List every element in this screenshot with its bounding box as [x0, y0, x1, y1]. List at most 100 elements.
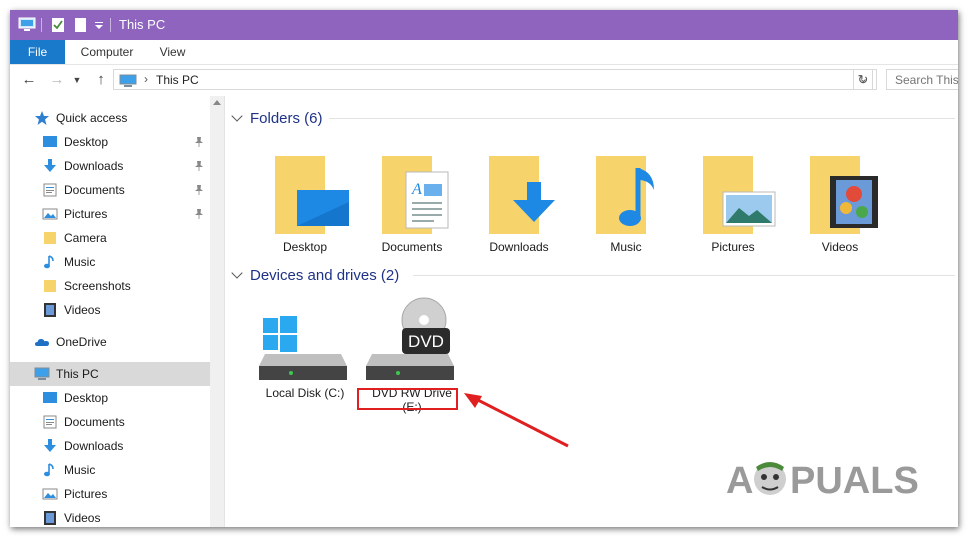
drive-label: Local Disk (C:) — [255, 386, 355, 400]
nav-qa-desktop[interactable]: Desktop — [10, 130, 210, 154]
nav-pc-pictures[interactable]: Pictures — [10, 482, 210, 506]
chevron-down-icon[interactable] — [231, 110, 243, 122]
highlight-box — [357, 388, 458, 410]
music-icon — [42, 254, 58, 270]
computer-icon — [34, 366, 50, 382]
new-folder-icon[interactable] — [74, 16, 87, 34]
document-icon — [42, 414, 58, 430]
group-header-folders[interactable]: Folders (6) — [231, 108, 323, 128]
arrow-left-icon: ← — [21, 71, 37, 88]
nav-qa-pictures[interactable]: Pictures — [10, 202, 210, 226]
group-divider — [329, 118, 955, 119]
nav-pc-downloads[interactable]: Downloads — [10, 434, 210, 458]
nav-quick-access[interactable]: Quick access — [10, 106, 210, 130]
folder-music[interactable]: Music — [576, 146, 676, 256]
nav-label: Documents — [64, 415, 125, 429]
folder-icon — [42, 278, 58, 294]
group-title: Devices and drives (2) — [250, 266, 400, 284]
dvd-drive-icon: DVD — [366, 297, 454, 380]
nav-pc-desktop[interactable]: Desktop — [10, 386, 210, 410]
download-icon — [42, 158, 58, 174]
nav-label: Documents — [64, 183, 125, 197]
nav-this-pc[interactable]: This PC — [10, 362, 210, 386]
nav-label: Music — [64, 463, 96, 477]
pin-icon[interactable] — [194, 160, 204, 172]
address-row: ← → ▼ ↑ › This PC ⌄ ↻ — [10, 65, 958, 95]
refresh-button[interactable]: ↻ — [853, 69, 873, 90]
star-icon — [34, 110, 50, 126]
pictures-folder-icon — [703, 156, 776, 234]
forward-button[interactable]: → — [48, 71, 66, 89]
nav-label: Camera — [64, 231, 107, 245]
watermark-text-left: A — [726, 460, 753, 501]
folder-pictures[interactable]: Pictures — [683, 146, 783, 256]
nav-onedrive[interactable]: OneDrive — [10, 330, 210, 354]
desktop-folder-icon — [275, 156, 349, 234]
nav-label: Downloads — [64, 159, 124, 173]
window-title: This PC — [119, 17, 166, 32]
customize-toolbar-icon[interactable] — [94, 16, 104, 34]
breadcrumb-this-pc[interactable]: This PC — [156, 73, 199, 87]
pin-icon[interactable] — [194, 208, 204, 220]
nav-label: Desktop — [64, 135, 109, 149]
dvd-badge: DVD — [408, 332, 444, 351]
up-button[interactable]: ↑ — [92, 71, 110, 89]
folder-label: Pictures — [711, 240, 755, 254]
folder-label: Downloads — [489, 240, 549, 254]
nav-pc-videos[interactable]: Videos — [10, 506, 210, 527]
nav-label: Quick access — [56, 111, 128, 125]
nav-pc-documents[interactable]: Documents — [10, 410, 210, 434]
folder-label: Music — [610, 240, 642, 254]
nav-label: OneDrive — [56, 335, 107, 349]
breadcrumb-separator-icon: › — [144, 72, 148, 86]
folder-desktop[interactable]: Desktop — [255, 146, 355, 256]
group-divider — [413, 275, 955, 276]
nav-label: Screenshots — [64, 279, 131, 293]
folder-icon — [42, 230, 58, 246]
picture-icon — [42, 206, 58, 222]
nav-qa-screenshots[interactable]: Screenshots — [10, 274, 210, 298]
folder-label: Videos — [821, 240, 859, 254]
nav-qa-downloads[interactable]: Downloads — [10, 154, 210, 178]
nav-label: Pictures — [64, 207, 108, 221]
tab-view[interactable]: View — [150, 40, 195, 64]
documents-folder-icon: A — [382, 156, 449, 234]
nav-qa-camera[interactable]: Camera — [10, 226, 210, 250]
nav-label: Pictures — [64, 487, 108, 501]
nav-qa-documents[interactable]: Documents — [10, 178, 210, 202]
download-icon — [42, 438, 58, 454]
recent-locations-button[interactable]: ▼ — [71, 71, 83, 89]
tab-computer[interactable]: Computer — [72, 40, 142, 64]
nav-qa-videos[interactable]: Videos — [10, 298, 210, 322]
windows-drive-icon — [259, 316, 347, 380]
pin-icon[interactable] — [194, 136, 204, 148]
title-bar: This PC — [10, 10, 958, 40]
group-header-devices[interactable]: Devices and drives (2) — [231, 265, 400, 285]
folder-downloads[interactable]: Downloads — [469, 146, 569, 256]
nav-pc-music[interactable]: Music — [10, 458, 210, 482]
computer-icon[interactable] — [18, 16, 36, 34]
music-icon — [42, 462, 58, 478]
folder-documents[interactable]: A Documents — [362, 146, 462, 256]
tab-file[interactable]: File — [10, 40, 65, 64]
videos-folder-icon — [810, 156, 878, 234]
desktop-icon — [42, 134, 58, 150]
drive-label-line1: Local Disk (C:) — [265, 386, 345, 400]
nav-pane-scrollbar[interactable] — [210, 96, 224, 527]
nav-label: Videos — [64, 303, 101, 317]
separator-bar — [41, 16, 42, 34]
nav-qa-music[interactable]: Music — [10, 250, 210, 274]
search-input[interactable] — [886, 69, 958, 90]
properties-icon[interactable] — [51, 16, 65, 34]
back-button[interactable]: ← — [20, 71, 38, 89]
address-field[interactable]: › This PC ⌄ — [113, 69, 877, 90]
scroll-up-icon[interactable] — [213, 100, 221, 105]
folder-videos[interactable]: Videos — [790, 146, 890, 256]
drive-local-disk[interactable]: Local Disk (C:) — [255, 294, 355, 414]
video-icon — [42, 302, 58, 318]
computer-icon — [119, 74, 137, 91]
chevron-down-icon[interactable] — [231, 267, 243, 279]
folder-label: Documents — [381, 240, 443, 254]
separator-bar — [110, 16, 111, 34]
pin-icon[interactable] — [194, 184, 204, 196]
